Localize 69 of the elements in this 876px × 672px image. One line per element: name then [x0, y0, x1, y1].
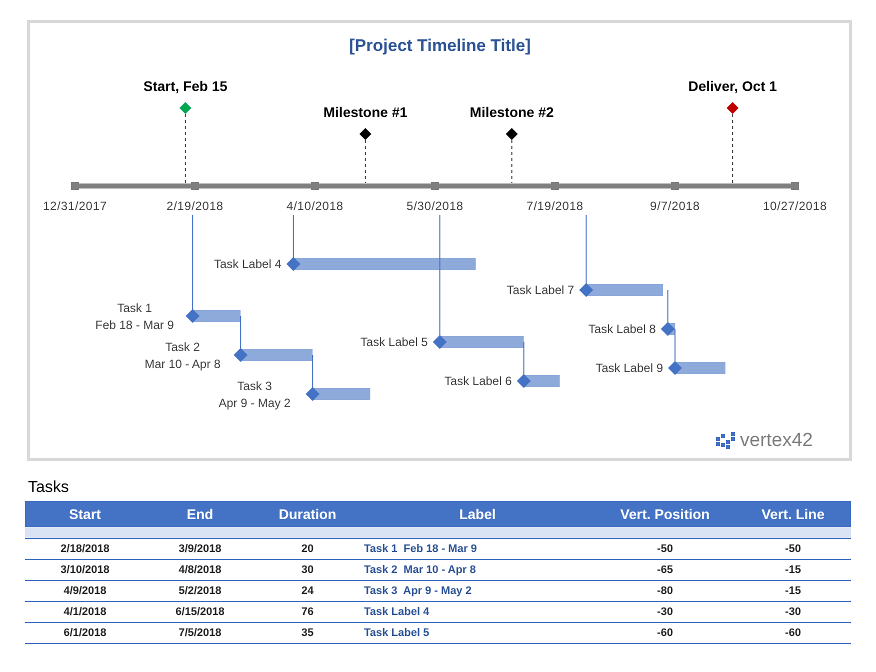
table-cell: 76 — [255, 602, 360, 622]
task-label: Task 3 Apr 9 - May 2 — [218, 379, 291, 410]
table-cell: 2/18/2018 — [25, 538, 145, 560]
column-header: Label — [360, 501, 595, 527]
table-cell: -60 — [735, 622, 851, 644]
task-label: Task 1 Feb 18 - Mar 9 — [95, 301, 174, 332]
table-cell: 6/15/2018 — [145, 602, 255, 622]
table-cell: -50 — [735, 538, 851, 560]
leader-line — [732, 114, 734, 184]
table-cell: -50 — [595, 538, 735, 560]
table-cell: Task Label 5 — [360, 622, 595, 644]
task-bar — [516, 374, 560, 388]
task-label: Task Label 8 — [588, 322, 656, 336]
leader-line — [364, 140, 366, 184]
table-cell: 5/2/2018 — [145, 580, 255, 602]
table-cell: -60 — [595, 622, 735, 644]
column-header: Start — [25, 501, 145, 527]
table-cell: Task 1 Feb 18 - Mar 9 — [360, 538, 595, 560]
task-label: Task Label 5 — [360, 335, 428, 349]
table-cell: -65 — [595, 560, 735, 580]
table-cell: 4/8/2018 — [145, 560, 255, 580]
column-header: Vert. Line — [735, 501, 851, 527]
column-header: End — [145, 501, 255, 527]
task-label: Task Label 6 — [444, 374, 512, 388]
leader-line — [184, 114, 186, 184]
task-label: Task Label 4 — [214, 257, 282, 271]
table-cell: Task Label 4 — [360, 602, 595, 622]
milestone-label: Deliver, Oct 1 — [688, 78, 777, 94]
milestone-label: Milestone #2 — [470, 104, 554, 120]
task-label: Task Label 7 — [506, 283, 574, 297]
table-cell: 20 — [255, 538, 360, 560]
axis-tick-label: 4/10/2018 — [286, 199, 344, 213]
milestone-label: Start, Feb 15 — [143, 78, 228, 94]
table-cell: -30 — [735, 602, 851, 622]
axis-tick-label: 10/27/2018 — [762, 199, 828, 213]
table-cell: 6/1/2018 — [25, 622, 145, 644]
axis-tick-label: 2/19/2018 — [166, 199, 224, 213]
column-header: Vert. Position — [595, 501, 735, 527]
task-bar — [306, 387, 370, 401]
table-cell: Task 2 Mar 10 - Apr 8 — [360, 560, 595, 580]
milestone-label: Milestone #1 — [323, 104, 408, 120]
task-bar — [186, 309, 241, 323]
table-cell: 4/1/2018 — [25, 602, 145, 622]
table-cell: 24 — [255, 580, 360, 602]
table-cell: -15 — [735, 580, 851, 602]
table-cell: -15 — [735, 560, 851, 580]
table-cell: 4/9/2018 — [25, 580, 145, 602]
logo-icon — [716, 432, 735, 449]
axis-tick-label: 12/31/2017 — [42, 199, 108, 213]
axis-tick-label: 7/19/2018 — [526, 199, 584, 213]
task-bar — [660, 322, 675, 336]
axis-tick-label: 9/7/2018 — [650, 199, 700, 213]
table-cell: -80 — [595, 580, 735, 602]
task-label: Task 2 Mar 10 - Apr 8 — [144, 340, 221, 371]
task-bar — [668, 361, 726, 375]
table-cell: 7/5/2018 — [145, 622, 255, 644]
axis-tick-label: 5/30/2018 — [406, 199, 464, 213]
column-header: Duration — [255, 501, 360, 527]
table-cell: -30 — [595, 602, 735, 622]
table-cell: 30 — [255, 560, 360, 580]
table-cell: 35 — [255, 622, 360, 644]
chart-title: [Project Timeline Title] — [349, 36, 531, 55]
leader-line — [511, 140, 512, 184]
logo-text: vertex42 — [740, 430, 813, 451]
table-cell: 3/9/2018 — [145, 538, 255, 560]
task-label: Task Label 9 — [596, 361, 663, 375]
table-cell: Task 3 Apr 9 - May 2 — [360, 580, 595, 602]
table-title: Tasks — [28, 479, 70, 497]
table-cell: 3/10/2018 — [25, 560, 145, 580]
